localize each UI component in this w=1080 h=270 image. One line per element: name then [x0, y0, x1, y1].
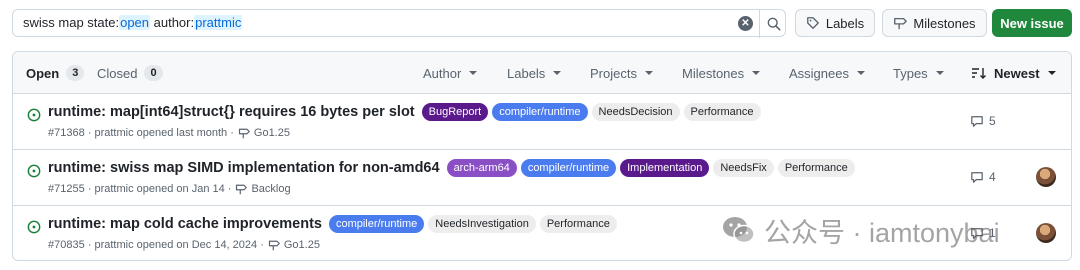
assignee-avatar[interactable] [1036, 223, 1056, 243]
issue-title-line: runtime: map[int64]struct{} requires 16 … [48, 102, 761, 122]
issue-meta-text: #71255 · prattmic opened on Jan 14 · [48, 183, 232, 195]
comment-count: 5 [989, 114, 996, 128]
filter-milestones[interactable]: Milestones [682, 52, 761, 94]
open-issues-tab[interactable]: Open 3 [26, 52, 85, 94]
filter-projects[interactable]: Projects [590, 52, 653, 94]
issue-milestone-link[interactable]: Backlog [251, 183, 290, 195]
issue-label[interactable]: NeedsInvestigation [428, 215, 536, 233]
issue-title-link[interactable]: runtime: map cold cache improvements [48, 216, 322, 232]
issue-label[interactable]: NeedsFix [713, 159, 774, 177]
comment-count: 4 [989, 170, 996, 184]
assignee-avatar[interactable] [1036, 167, 1056, 187]
filter-milestones-label: Milestones [682, 65, 745, 81]
chevron-down-icon [856, 71, 865, 75]
closed-count-badge: 0 [144, 65, 163, 81]
chevron-down-icon [644, 71, 653, 75]
search-token-value: prattmic [194, 15, 243, 30]
search-token-text: swiss map state: [23, 15, 120, 30]
new-issue-button[interactable]: New issue [992, 9, 1072, 37]
issue-meta: #71255 · prattmic opened on Jan 14 · Bac… [48, 183, 291, 195]
close-icon: ✕ [741, 18, 750, 29]
search-button[interactable] [759, 10, 787, 38]
search-token-value: open [119, 15, 151, 30]
filter-projects-label: Projects [590, 65, 637, 81]
issue-title-line: runtime: swiss map SIMD implementation f… [48, 158, 855, 178]
issue-milestone-link[interactable]: Go1.25 [254, 127, 290, 139]
filter-types[interactable]: Types [893, 52, 944, 94]
closed-issues-tab[interactable]: Closed 0 [97, 52, 163, 94]
issue-label[interactable]: Implementation [620, 159, 710, 177]
wechat-logo-icon [723, 217, 755, 244]
milestones-button[interactable]: Milestones [882, 9, 987, 37]
chevron-down-icon [752, 71, 761, 75]
issue-label[interactable]: BugReport [421, 103, 489, 121]
issue-label[interactable]: compiler/runtime [328, 215, 425, 233]
issue-meta: #71368 · prattmic opened last month · Go… [48, 127, 290, 139]
issues-list-header: Open 3 Closed 0 Author Labels Projects M… [13, 52, 1071, 94]
filter-assignees-label: Assignees [789, 65, 849, 81]
issue-label[interactable]: compiler/runtime [520, 159, 617, 177]
issue-title-link[interactable]: runtime: swiss map SIMD implementation f… [48, 160, 440, 176]
watermark-text: 公众号 · iamtonybai [764, 217, 1000, 248]
issue-label[interactable]: arch-arm64 [446, 159, 517, 177]
tag-icon [806, 17, 819, 29]
filter-author[interactable]: Author [423, 52, 478, 94]
issue-title-link[interactable]: runtime: map[int64]struct{} requires 16 … [48, 104, 415, 120]
chevron-down-icon [935, 71, 944, 75]
comment-count-link[interactable]: 5 [970, 114, 996, 128]
issue-meta: #70835 · prattmic opened on Dec 14, 2024… [48, 239, 320, 251]
milestone-icon [238, 128, 250, 139]
comment-count-link[interactable]: 4 [970, 170, 996, 184]
issue-label[interactable]: Performance [683, 103, 761, 121]
chevron-down-icon [469, 71, 478, 75]
search-input[interactable]: swiss map state:open author:prattmic ✕ [12, 9, 787, 38]
comment-icon [971, 115, 983, 127]
labels-button-label: Labels [825, 15, 865, 31]
filter-author-label: Author [423, 65, 462, 81]
search-token-text: author: [150, 15, 195, 30]
open-count-badge: 3 [66, 65, 85, 81]
sort-icon [972, 68, 986, 79]
filter-labels-label: Labels [507, 65, 546, 81]
search-icon [767, 17, 780, 31]
filter-labels[interactable]: Labels [507, 52, 562, 94]
issue-label[interactable]: Performance [777, 159, 855, 177]
sort-dropdown[interactable]: Newest [972, 52, 1056, 94]
closed-tab-label: Closed [97, 65, 138, 81]
clear-search-button[interactable]: ✕ [738, 16, 753, 31]
sort-label: Newest [994, 65, 1040, 81]
labels-button[interactable]: Labels [795, 9, 875, 37]
issue-open-icon [27, 220, 41, 234]
milestone-icon [236, 184, 248, 195]
chevron-down-icon [553, 71, 562, 75]
issue-row[interactable]: runtime: map[int64]struct{} requires 16 … [13, 94, 1071, 150]
milestone-icon [894, 17, 908, 30]
milestone-icon [268, 240, 280, 251]
comment-icon [971, 171, 983, 183]
issue-row[interactable]: runtime: swiss map SIMD implementation f… [13, 150, 1071, 206]
search-query: swiss map state:open author:prattmic [23, 15, 243, 30]
filter-types-label: Types [893, 65, 928, 81]
issue-milestone-link[interactable]: Go1.25 [284, 239, 320, 251]
issue-label[interactable]: NeedsDecision [591, 103, 680, 121]
watermark: 公众号 · iamtonybai [722, 210, 1000, 250]
issue-title-line: runtime: map cold cache improvements com… [48, 214, 617, 234]
issue-label[interactable]: compiler/runtime [492, 103, 588, 121]
issue-open-icon [27, 108, 41, 122]
open-tab-label: Open [26, 65, 60, 81]
new-issue-button-label: New issue [1000, 15, 1064, 31]
issue-meta-text: #71368 · prattmic opened last month · [48, 127, 234, 139]
chevron-down-icon [1047, 71, 1056, 75]
issues-toolbar: swiss map state:open author:prattmic ✕ L… [12, 9, 1072, 38]
issue-label[interactable]: Performance [539, 215, 617, 233]
issue-meta-text: #70835 · prattmic opened on Dec 14, 2024… [48, 239, 264, 251]
filter-assignees[interactable]: Assignees [789, 52, 865, 94]
issue-open-icon [27, 164, 41, 178]
milestones-button-label: Milestones [913, 15, 976, 31]
